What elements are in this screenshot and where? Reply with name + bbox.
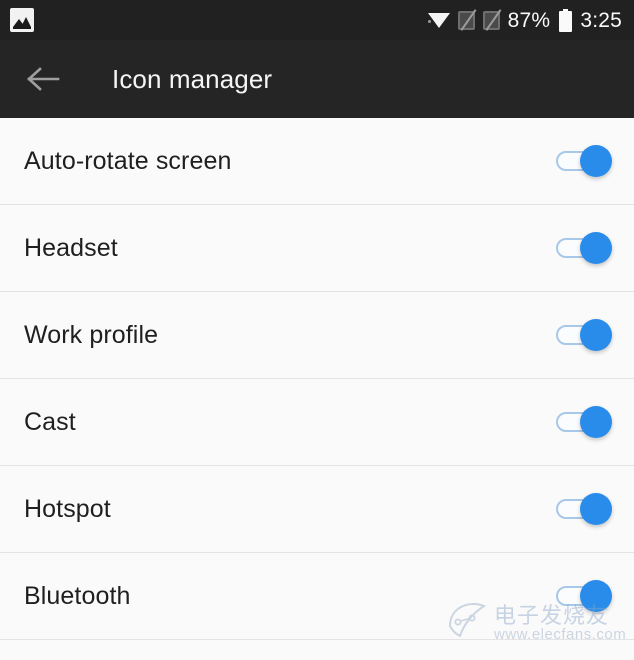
battery-percent-label: 87%	[507, 8, 551, 32]
list-item-label: Cast	[24, 407, 76, 436]
list-item-label: Bluetooth	[24, 581, 131, 610]
switch-thumb	[580, 232, 612, 264]
phone-screen: 87% 3:25 Icon manager Auto-rotate screen…	[0, 0, 634, 660]
toggle-switch-work-profile[interactable]	[556, 317, 612, 353]
list-item-label: Hotspot	[24, 494, 111, 523]
toggle-switch-bluetooth[interactable]	[556, 578, 612, 614]
toggle-switch-auto-rotate-screen[interactable]	[556, 143, 612, 179]
battery-icon	[559, 8, 573, 32]
switch-thumb	[580, 145, 612, 177]
wifi-icon	[427, 11, 450, 29]
toggle-switch-headset[interactable]	[556, 230, 612, 266]
status-bar-system-icons: 87% 3:25	[427, 8, 622, 32]
arrow-back-icon	[27, 67, 60, 91]
list-item-cast[interactable]: Cast	[0, 379, 634, 466]
status-bar: 87% 3:25	[0, 0, 634, 40]
toggle-switch-hotspot[interactable]	[556, 491, 612, 527]
list-item-hotspot[interactable]: Hotspot	[0, 466, 634, 553]
list-item-auto-rotate-screen[interactable]: Auto-rotate screen	[0, 118, 634, 205]
status-bar-notifications	[10, 8, 34, 32]
toggle-switch-cast[interactable]	[556, 404, 612, 440]
sim1-no-signal-icon	[457, 8, 477, 31]
switch-thumb	[580, 319, 612, 351]
list-item-label: Auto-rotate screen	[24, 146, 232, 175]
list-item-label: Work profile	[24, 320, 159, 349]
switch-thumb	[580, 406, 612, 438]
list-item-label: Headset	[24, 233, 118, 262]
clock-label: 3:25	[580, 8, 622, 32]
switch-thumb	[580, 493, 612, 525]
list-item-headset[interactable]: Headset	[0, 205, 634, 292]
photo-notification-icon	[10, 8, 34, 32]
app-bar: Icon manager	[0, 40, 634, 118]
list-item-bluetooth[interactable]: Bluetooth	[0, 553, 634, 640]
back-button[interactable]	[22, 57, 66, 101]
sim2-no-signal-icon	[482, 8, 502, 31]
icon-manager-list: Auto-rotate screen Headset Work profile …	[0, 118, 634, 640]
switch-thumb	[580, 580, 612, 612]
page-title: Icon manager	[112, 63, 273, 94]
list-item-work-profile[interactable]: Work profile	[0, 292, 634, 379]
